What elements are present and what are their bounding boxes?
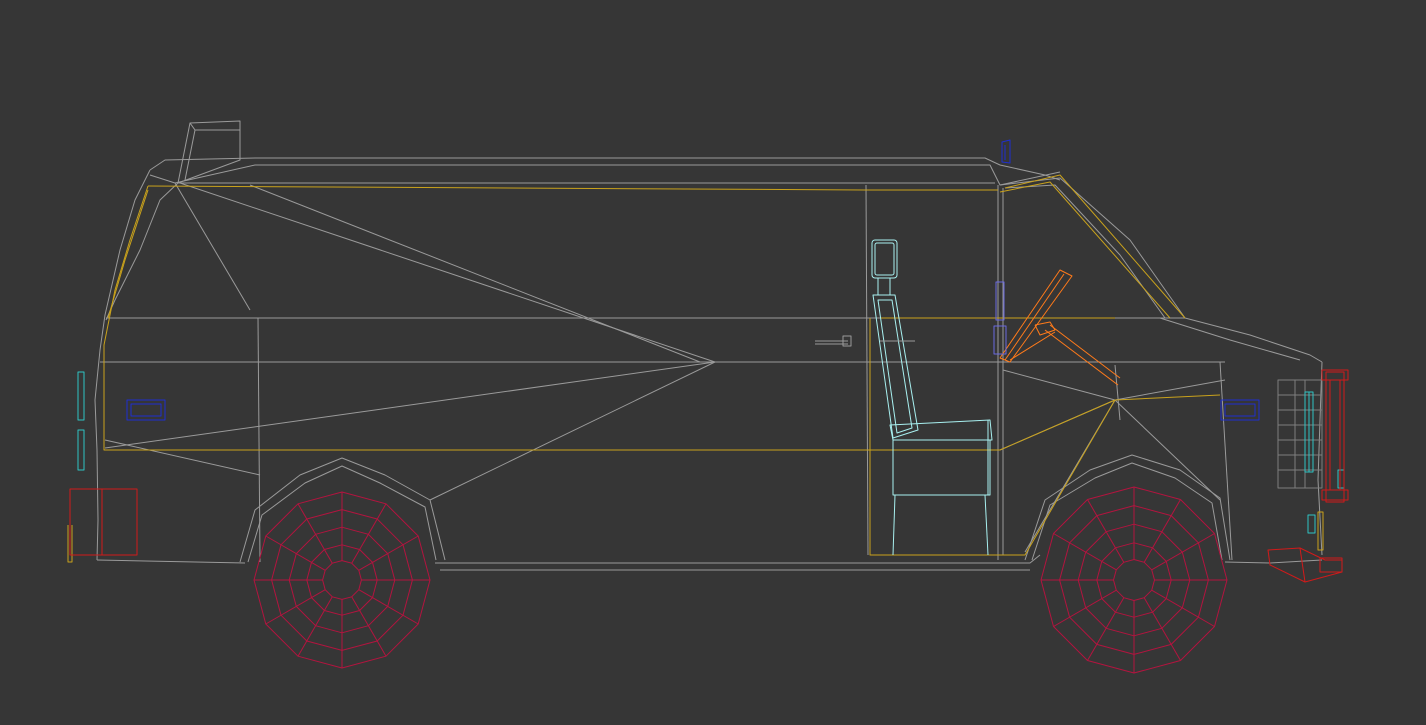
wheel-spoke xyxy=(1143,597,1181,661)
wheel-spoke xyxy=(351,596,387,657)
wheel-spoke xyxy=(1053,533,1117,571)
wheel-spoke xyxy=(351,503,387,564)
wheel-ring xyxy=(322,560,362,600)
van-body[interactable] xyxy=(94,120,1323,571)
body-trim[interactable] xyxy=(67,174,1221,563)
steering-column[interactable] xyxy=(999,269,1121,386)
wheel-spoke xyxy=(297,596,333,657)
headlight xyxy=(1304,391,1345,534)
wheel-spoke xyxy=(297,503,333,564)
driver-seat[interactable] xyxy=(871,239,993,556)
rear-bumper[interactable] xyxy=(69,488,138,556)
front-bumper[interactable] xyxy=(1267,369,1349,583)
side-marker-lights xyxy=(126,399,1260,421)
wheel-spoke xyxy=(1087,597,1125,661)
front-grille[interactable] xyxy=(1277,379,1323,489)
wheel-spoke xyxy=(1053,589,1117,627)
wireframe-viewport[interactable] xyxy=(0,0,1426,725)
wheel-spoke xyxy=(1087,499,1125,563)
rear-lights xyxy=(77,371,85,471)
wheel-spoke xyxy=(265,589,326,625)
wheel-ring xyxy=(1113,559,1155,601)
wheel-spoke xyxy=(358,589,419,625)
side-mirror[interactable] xyxy=(993,139,1011,355)
front-wheel[interactable] xyxy=(1040,486,1228,674)
wheel-spoke xyxy=(1151,589,1215,627)
wheel-spoke xyxy=(1151,533,1215,571)
wheel-spoke xyxy=(1143,499,1181,563)
door-handle[interactable] xyxy=(815,335,915,347)
rear-wheel[interactable] xyxy=(253,491,431,669)
wheel-spoke xyxy=(265,535,326,571)
wireframe-canvas xyxy=(67,120,1349,674)
wheel-spoke xyxy=(358,535,419,571)
